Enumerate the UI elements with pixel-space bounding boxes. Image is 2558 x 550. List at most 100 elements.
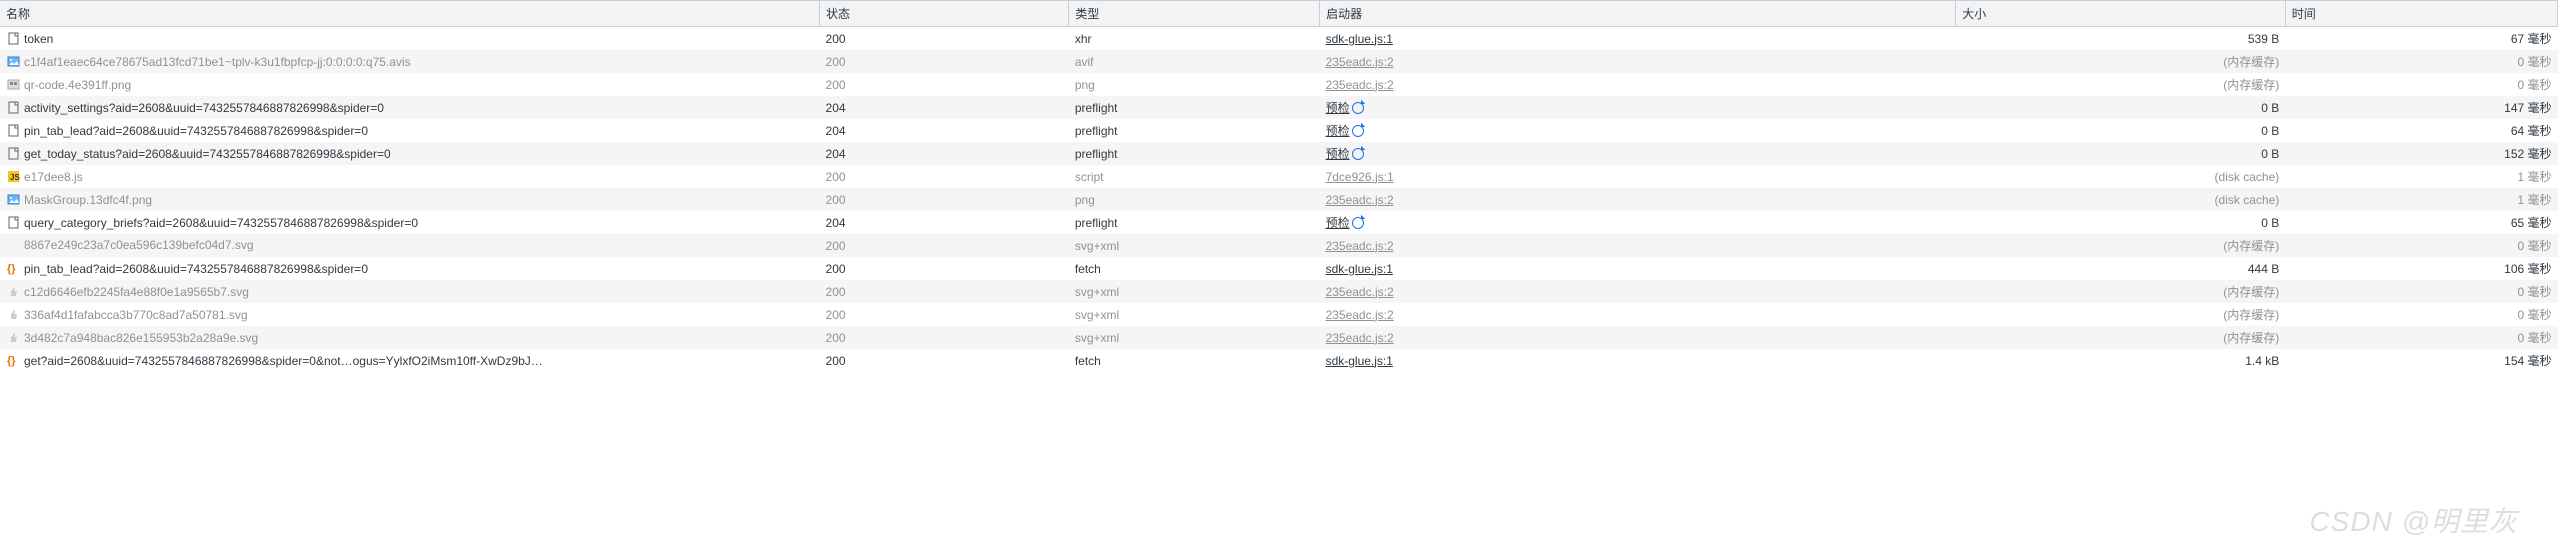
- table-row[interactable]: MaskGroup.13dfc4f.png200png235eadc.js:2(…: [0, 188, 2558, 211]
- initiator-link[interactable]: 235eadc.js:2: [1326, 308, 1394, 322]
- request-name: qr-code.4e391ff.png: [24, 78, 131, 92]
- cell-name[interactable]: {}pin_tab_lead?aid=2608&uuid=74325578468…: [0, 257, 820, 280]
- cell-status: 204: [820, 211, 1069, 234]
- request-name: query_category_briefs?aid=2608&uuid=7432…: [24, 216, 418, 230]
- cell-size: 444 B: [1956, 257, 2286, 280]
- cell-name[interactable]: MaskGroup.13dfc4f.png: [0, 188, 820, 211]
- doc-icon: [6, 147, 20, 161]
- cell-size: (内存缓存): [1956, 303, 2286, 326]
- cell-status: 204: [820, 142, 1069, 165]
- table-body: token200xhrsdk-glue.js:1539 B67 毫秒 c1f4af…: [0, 27, 2558, 373]
- cell-size: 0 B: [1956, 211, 2286, 234]
- cell-time: 0 毫秒: [2285, 326, 2557, 349]
- cell-status: 200: [820, 326, 1069, 349]
- cell-size: (内存缓存): [1956, 50, 2286, 73]
- initiator-link[interactable]: 7dce926.js:1: [1326, 170, 1394, 184]
- table-row[interactable]: get_today_status?aid=2608&uuid=743255784…: [0, 142, 2558, 165]
- request-name: activity_settings?aid=2608&uuid=74325578…: [24, 101, 384, 115]
- table-row[interactable]: 8867e249c23a7c0ea596c139befc04d7.svg200s…: [0, 234, 2558, 257]
- cell-type: preflight: [1069, 96, 1320, 119]
- cell-name[interactable]: 336af4d1fafabcca3b770c8ad7a50781.svg: [0, 303, 820, 326]
- initiator-link[interactable]: sdk-glue.js:1: [1326, 354, 1393, 368]
- svg-text:JS: JS: [10, 173, 20, 182]
- cell-size: (disk cache): [1956, 165, 2286, 188]
- table-row[interactable]: pin_tab_lead?aid=2608&uuid=7432557846887…: [0, 119, 2558, 142]
- cell-name[interactable]: 3d482c7a948bac826e155953b2a28a9e.svg: [0, 326, 820, 349]
- table-row[interactable]: JSe17dee8.js200script7dce926.js:1(disk c…: [0, 165, 2558, 188]
- initiator-link[interactable]: 235eadc.js:2: [1326, 239, 1394, 253]
- cell-initiator[interactable]: 235eadc.js:2: [1320, 234, 1956, 257]
- col-header-size[interactable]: 大小: [1956, 1, 2286, 27]
- col-header-name[interactable]: 名称: [0, 1, 820, 27]
- col-header-type[interactable]: 类型: [1069, 1, 1320, 27]
- cell-name[interactable]: activity_settings?aid=2608&uuid=74325578…: [0, 96, 820, 119]
- initiator-link[interactable]: 235eadc.js:2: [1326, 55, 1394, 69]
- initiator-link[interactable]: sdk-glue.js:1: [1326, 32, 1393, 46]
- request-name: pin_tab_lead?aid=2608&uuid=7432557846887…: [24, 124, 368, 138]
- cell-initiator[interactable]: 235eadc.js:2: [1320, 188, 1956, 211]
- cell-name[interactable]: c1f4af1eaec64ce78675ad13fcd71be1~tplv-k3…: [0, 50, 820, 73]
- cell-initiator[interactable]: 235eadc.js:2: [1320, 50, 1956, 73]
- cell-name[interactable]: {}get?aid=2608&uuid=7432557846887826998&…: [0, 349, 820, 372]
- cell-status: 200: [820, 280, 1069, 303]
- cell-initiator[interactable]: 235eadc.js:2: [1320, 303, 1956, 326]
- cell-name[interactable]: query_category_briefs?aid=2608&uuid=7432…: [0, 211, 820, 234]
- table-row[interactable]: c12d6646efb2245fa4e88f0e1a9565b7.svg200s…: [0, 280, 2558, 303]
- cell-initiator[interactable]: 235eadc.js:2: [1320, 280, 1956, 303]
- cell-name[interactable]: get_today_status?aid=2608&uuid=743255784…: [0, 142, 820, 165]
- cell-status: 200: [820, 349, 1069, 372]
- table-row[interactable]: token200xhrsdk-glue.js:1539 B67 毫秒: [0, 27, 2558, 51]
- cell-name[interactable]: qr-code.4e391ff.png: [0, 73, 820, 96]
- request-name: c1f4af1eaec64ce78675ad13fcd71be1~tplv-k3…: [24, 55, 411, 69]
- cell-initiator[interactable]: 7dce926.js:1: [1320, 165, 1956, 188]
- col-header-status[interactable]: 状态: [820, 1, 1069, 27]
- initiator-precheck-link[interactable]: 预检: [1326, 101, 1350, 115]
- cell-initiator[interactable]: sdk-glue.js:1: [1320, 257, 1956, 280]
- refresh-icon: [1352, 217, 1364, 229]
- cell-time: 0 毫秒: [2285, 303, 2557, 326]
- request-name: get_today_status?aid=2608&uuid=743255784…: [24, 147, 391, 161]
- cell-type: fetch: [1069, 257, 1320, 280]
- initiator-precheck-link[interactable]: 预检: [1326, 147, 1350, 161]
- table-row[interactable]: {}get?aid=2608&uuid=7432557846887826998&…: [0, 349, 2558, 372]
- cell-status: 200: [820, 188, 1069, 211]
- cell-initiator[interactable]: 预检: [1320, 211, 1956, 234]
- cell-size: 0 B: [1956, 142, 2286, 165]
- initiator-precheck-link[interactable]: 预检: [1326, 216, 1350, 230]
- cell-initiator[interactable]: 235eadc.js:2: [1320, 73, 1956, 96]
- cell-name[interactable]: token: [0, 27, 820, 51]
- initiator-link[interactable]: 235eadc.js:2: [1326, 331, 1394, 345]
- cell-initiator[interactable]: 预检: [1320, 119, 1956, 142]
- initiator-link[interactable]: 235eadc.js:2: [1326, 78, 1394, 92]
- request-name: get?aid=2608&uuid=7432557846887826998&sp…: [24, 354, 543, 368]
- initiator-link[interactable]: 235eadc.js:2: [1326, 285, 1394, 299]
- initiator-link[interactable]: sdk-glue.js:1: [1326, 262, 1393, 276]
- table-row[interactable]: c1f4af1eaec64ce78675ad13fcd71be1~tplv-k3…: [0, 50, 2558, 73]
- cell-status: 200: [820, 234, 1069, 257]
- doc-icon: [6, 216, 20, 230]
- cell-initiator[interactable]: 预检: [1320, 96, 1956, 119]
- col-header-initiator[interactable]: 启动器: [1320, 1, 1956, 27]
- initiator-precheck-link[interactable]: 预检: [1326, 124, 1350, 138]
- table-row[interactable]: query_category_briefs?aid=2608&uuid=7432…: [0, 211, 2558, 234]
- table-row[interactable]: 3d482c7a948bac826e155953b2a28a9e.svg200s…: [0, 326, 2558, 349]
- table-row[interactable]: 336af4d1fafabcca3b770c8ad7a50781.svg200s…: [0, 303, 2558, 326]
- cell-type: preflight: [1069, 142, 1320, 165]
- cell-initiator[interactable]: sdk-glue.js:1: [1320, 27, 1956, 51]
- cell-initiator[interactable]: 235eadc.js:2: [1320, 326, 1956, 349]
- cell-name[interactable]: JSe17dee8.js: [0, 165, 820, 188]
- initiator-link[interactable]: 235eadc.js:2: [1326, 193, 1394, 207]
- cell-time: 0 毫秒: [2285, 73, 2557, 96]
- cell-name[interactable]: 8867e249c23a7c0ea596c139befc04d7.svg: [0, 234, 820, 257]
- table-row[interactable]: activity_settings?aid=2608&uuid=74325578…: [0, 96, 2558, 119]
- cell-size: (内存缓存): [1956, 280, 2286, 303]
- cell-initiator[interactable]: sdk-glue.js:1: [1320, 349, 1956, 372]
- cell-name[interactable]: pin_tab_lead?aid=2608&uuid=7432557846887…: [0, 119, 820, 142]
- cell-initiator[interactable]: 预检: [1320, 142, 1956, 165]
- cell-type: svg+xml: [1069, 303, 1320, 326]
- network-table: 名称 状态 类型 启动器 大小 时间 token200xhrsdk-glue.j…: [0, 0, 2558, 372]
- col-header-time[interactable]: 时间: [2285, 1, 2557, 27]
- cell-name[interactable]: c12d6646efb2245fa4e88f0e1a9565b7.svg: [0, 280, 820, 303]
- table-row[interactable]: {}pin_tab_lead?aid=2608&uuid=74325578468…: [0, 257, 2558, 280]
- table-row[interactable]: qr-code.4e391ff.png200png235eadc.js:2(内存…: [0, 73, 2558, 96]
